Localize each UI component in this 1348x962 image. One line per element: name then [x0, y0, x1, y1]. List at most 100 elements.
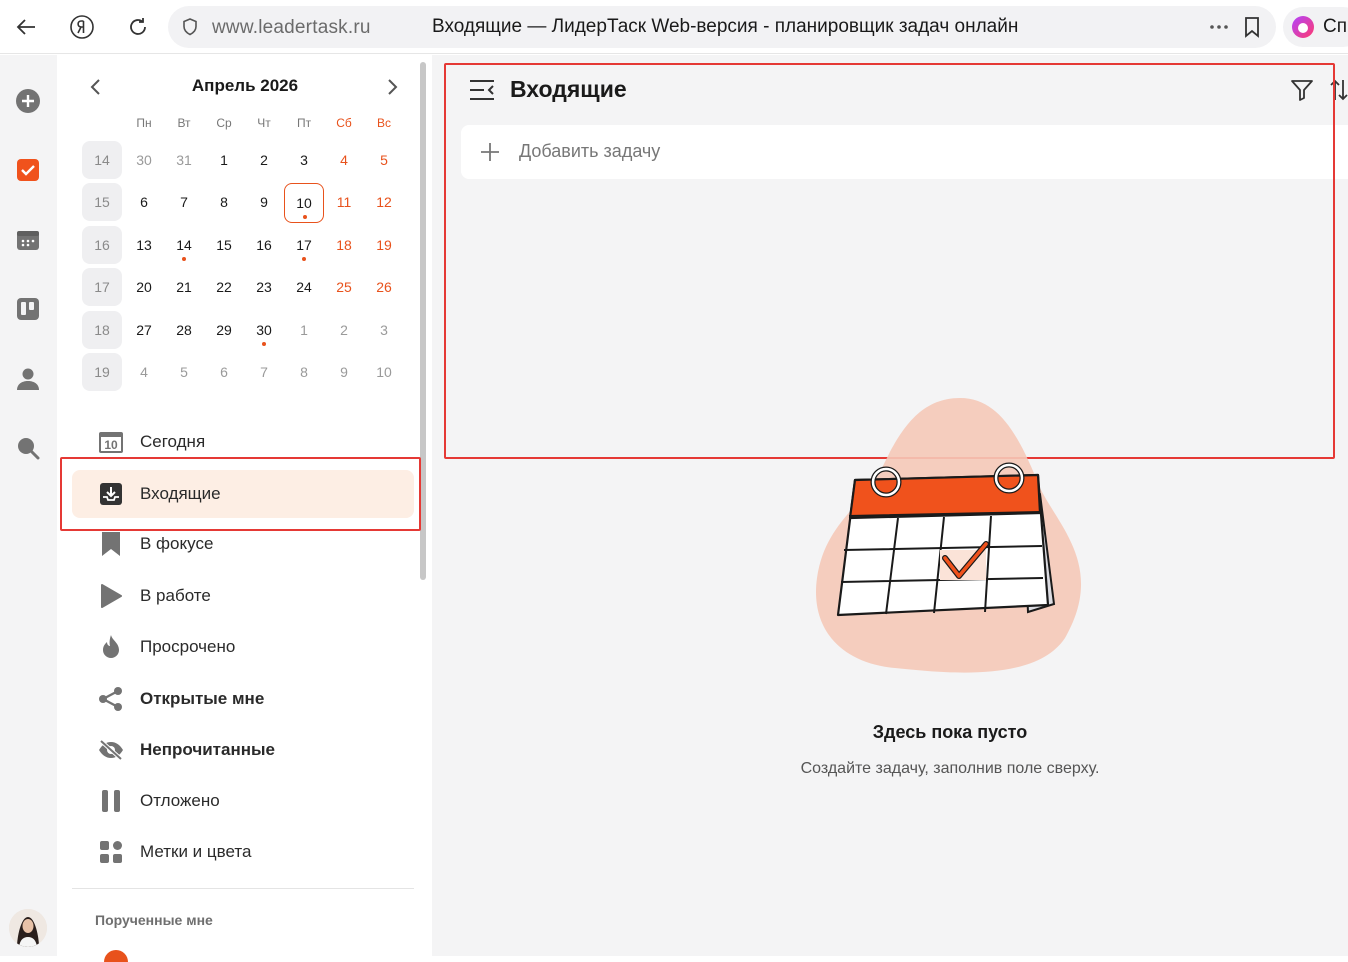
- calendar-day[interactable]: 13: [124, 226, 164, 264]
- avatar[interactable]: [9, 909, 47, 947]
- calendar-day[interactable]: 22: [204, 268, 244, 306]
- tags-icon: [98, 839, 124, 865]
- pause-icon: [98, 788, 124, 814]
- address-bar[interactable]: www.leadertask.ru Входящие — ЛидерТаск W…: [168, 6, 1276, 48]
- calendar-day[interactable]: 16: [244, 226, 284, 264]
- calendar-day[interactable]: 18: [324, 226, 364, 264]
- calendar-day[interactable]: 30: [244, 311, 284, 349]
- nav-item-in-progress[interactable]: В работе: [72, 572, 414, 620]
- calendar-day[interactable]: 11: [324, 183, 364, 221]
- shield-icon: [180, 17, 200, 42]
- calendar-day[interactable]: 28: [164, 311, 204, 349]
- tasks-checkbox-icon[interactable]: [14, 156, 42, 184]
- calendar-day-today[interactable]: 10: [284, 183, 324, 223]
- calendar-day[interactable]: 8: [204, 183, 244, 221]
- week-number[interactable]: 14: [82, 141, 122, 179]
- nav-label-tags: Метки и цвета: [140, 842, 252, 861]
- nav-label-focus: В фокусе: [140, 534, 214, 553]
- calendar-day[interactable]: 6: [204, 353, 244, 391]
- calendar-day[interactable]: 17: [284, 226, 324, 264]
- share-icon: [98, 686, 124, 712]
- calendar-day[interactable]: 4: [124, 353, 164, 391]
- nav-item-postponed[interactable]: Отложено: [72, 777, 414, 825]
- search-icon[interactable]: [14, 434, 42, 462]
- calendar-day[interactable]: 4: [324, 141, 364, 179]
- highlight-box-sidebar: [60, 457, 421, 531]
- calendar-day[interactable]: 25: [324, 268, 364, 306]
- calendar-day[interactable]: 6: [124, 183, 164, 221]
- calendar-day[interactable]: 2: [324, 311, 364, 349]
- weekday-label: Пн: [136, 116, 152, 130]
- calendar-day[interactable]: 7: [244, 353, 284, 391]
- calendar-day[interactable]: 8: [284, 353, 324, 391]
- empty-state-subtitle: Создайте задачу, заполнив поле сверху.: [800, 760, 1100, 777]
- week-number[interactable]: 18: [82, 311, 122, 349]
- calendar-day[interactable]: 24: [284, 268, 324, 306]
- calendar-day[interactable]: 30: [124, 141, 164, 179]
- chevron-right-icon[interactable]: [382, 76, 404, 98]
- calendar-day[interactable]: 1: [204, 141, 244, 179]
- add-circle-icon[interactable]: [14, 87, 42, 115]
- nav-label-today: Сегодня: [140, 432, 206, 451]
- weekday-label: Пт: [296, 116, 312, 130]
- calendar-day[interactable]: 31: [164, 141, 204, 179]
- alice-button[interactable]: Спр: [1283, 7, 1348, 47]
- reload-icon[interactable]: [124, 13, 152, 41]
- nav-label-in-progress: В работе: [140, 586, 211, 605]
- calendar-day[interactable]: 2: [244, 141, 284, 179]
- week-number[interactable]: 19: [82, 353, 122, 391]
- nav-label-overdue: Просрочено: [140, 637, 236, 656]
- calendar-day[interactable]: 15: [204, 226, 244, 264]
- calendar-day[interactable]: 5: [164, 353, 204, 391]
- browser-toolbar: www.leadertask.ru Входящие — ЛидерТаск W…: [0, 0, 1348, 54]
- nav-item-shared[interactable]: Открытые мне: [72, 675, 414, 723]
- sidebar-divider: [72, 888, 414, 889]
- week-number[interactable]: 17: [82, 268, 122, 306]
- event-dot: [262, 342, 266, 346]
- nav-item-tags[interactable]: Метки и цвета: [72, 828, 414, 876]
- calendar-day[interactable]: 3: [364, 311, 404, 349]
- eye-off-icon: [98, 737, 124, 763]
- calendar-day-number: 30: [256, 322, 272, 338]
- calendar-day[interactable]: 20: [124, 268, 164, 306]
- weekday-label: Чт: [257, 116, 271, 130]
- play-icon: [98, 583, 124, 609]
- event-dot: [302, 257, 306, 261]
- back-arrow-icon[interactable]: [12, 13, 40, 41]
- calendar-day[interactable]: 9: [324, 353, 364, 391]
- today-calendar-icon: 10: [98, 429, 124, 455]
- bookmark-icon: [98, 531, 124, 557]
- calendar-day[interactable]: 10: [364, 353, 404, 391]
- alice-icon: [1291, 15, 1315, 44]
- calendar-day[interactable]: 23: [244, 268, 284, 306]
- section-title-assigned: Порученные мне: [95, 912, 213, 928]
- calendar-day[interactable]: 9: [244, 183, 284, 221]
- nav-label-shared: Открытые мне: [140, 689, 265, 708]
- calendar-day[interactable]: 5: [364, 141, 404, 179]
- nav-label-postponed: Отложено: [140, 791, 220, 810]
- yandex-logo-icon[interactable]: [68, 13, 96, 41]
- calendar-day[interactable]: 29: [204, 311, 244, 349]
- more-dots-icon[interactable]: [1208, 17, 1230, 42]
- calendar-day[interactable]: 7: [164, 183, 204, 221]
- board-icon[interactable]: [14, 295, 42, 323]
- calendar-day[interactable]: 19: [364, 226, 404, 264]
- nav-label-unread: Непрочитанные: [140, 740, 275, 759]
- week-number[interactable]: 16: [82, 226, 122, 264]
- weekday-label: Ср: [216, 116, 232, 130]
- calendar-day[interactable]: 14: [164, 226, 204, 264]
- calendar-day[interactable]: 12: [364, 183, 404, 221]
- calendar-day[interactable]: 26: [364, 268, 404, 306]
- event-dot: [182, 257, 186, 261]
- calendar-grid-icon[interactable]: [14, 226, 42, 254]
- calendar-day[interactable]: 1: [284, 311, 324, 349]
- person-icon[interactable]: [14, 365, 42, 393]
- calendar-day[interactable]: 27: [124, 311, 164, 349]
- bookmark-icon[interactable]: [1242, 16, 1262, 43]
- calendar-day[interactable]: 21: [164, 268, 204, 306]
- week-number[interactable]: 15: [82, 183, 122, 221]
- nav-item-overdue[interactable]: Просрочено: [72, 623, 414, 671]
- today-icon-number: 10: [104, 438, 118, 452]
- calendar-day[interactable]: 3: [284, 141, 324, 179]
- nav-item-unread[interactable]: Непрочитанные: [72, 726, 414, 774]
